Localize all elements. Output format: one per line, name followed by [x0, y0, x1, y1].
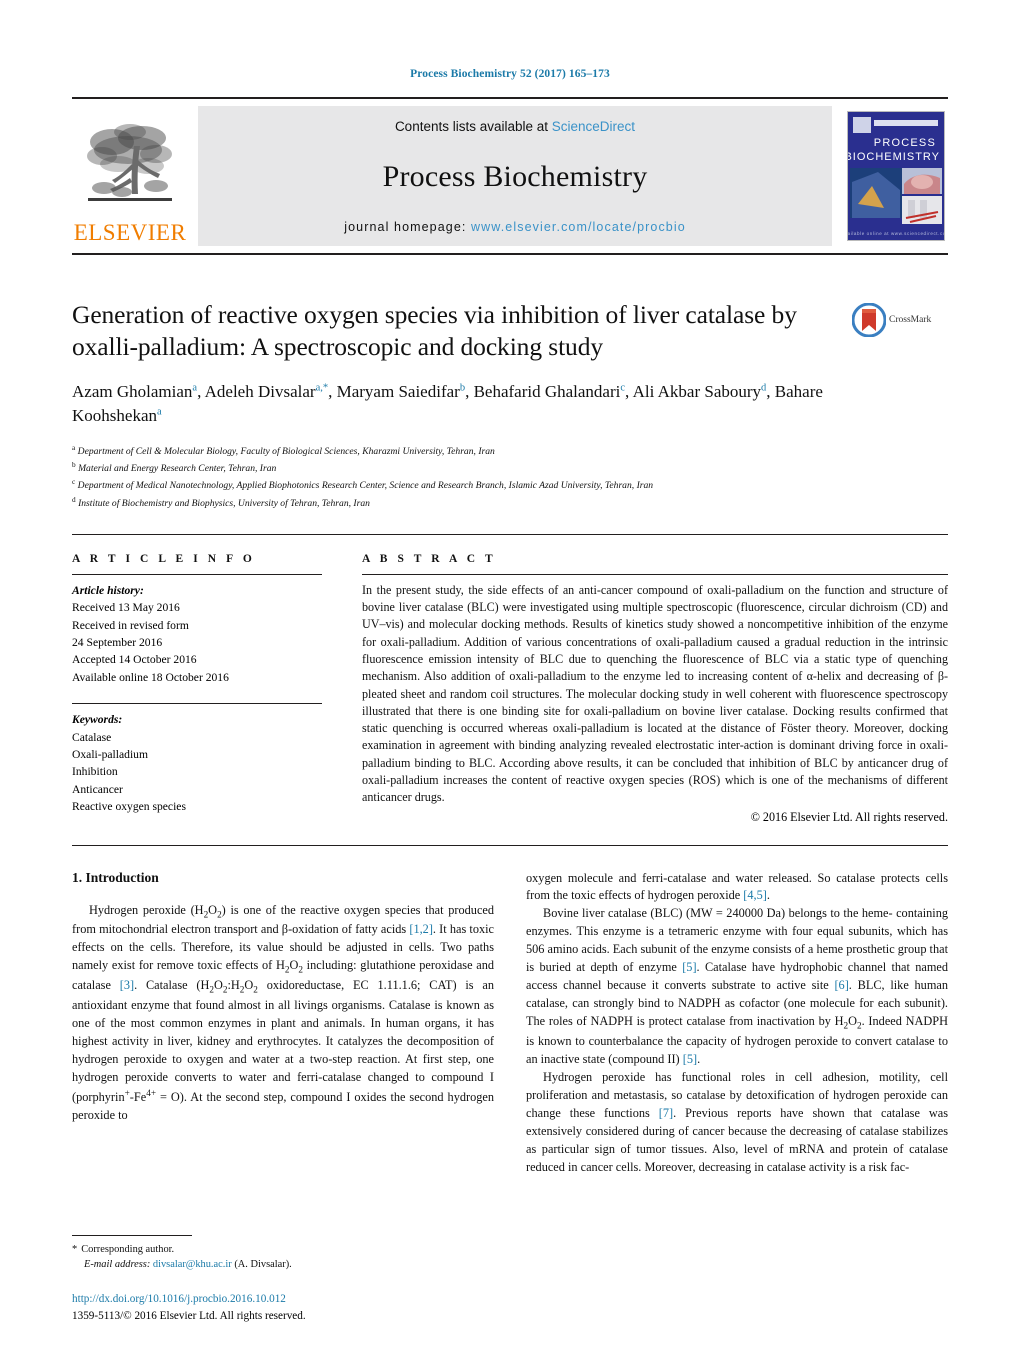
section-heading-introduction: 1. Introduction — [72, 869, 159, 885]
journal-cover: PROCESS BIOCHEMISTRY available online at… — [844, 106, 948, 246]
doi-link[interactable]: http://dx.doi.org/10.1016/j.procbio.2016… — [72, 1291, 492, 1308]
abstract-text: In the present study, the side effects o… — [362, 582, 948, 805]
title-left: Generation of reactive oxygen species vi… — [72, 299, 852, 429]
affiliation-item: b Material and Energy Research Center, T… — [72, 459, 948, 476]
history-revised-date: 24 September 2016 — [72, 636, 163, 650]
page-title: Generation of reactive oxygen species vi… — [72, 300, 797, 362]
keyword-item: Anticancer — [72, 782, 123, 796]
abstract-copyright: © 2016 Elsevier Ltd. All rights reserved… — [750, 809, 948, 824]
article-info-column: A R T I C L E I N F O Article history: R… — [72, 553, 362, 825]
journal-band: Contents lists available at ScienceDirec… — [198, 106, 832, 246]
affiliation-text: Department of Cell & Molecular Biology, … — [77, 445, 495, 457]
affiliation-list: a Department of Cell & Molecular Biology… — [72, 442, 948, 511]
journal-homepage-line: journal homepage: www.elsevier.com/locat… — [344, 220, 686, 234]
footnote-rule — [72, 1234, 192, 1236]
keyword-item: Inhibition — [72, 765, 118, 779]
intro-paragraph-3: Hydrogen peroxide has functional roles i… — [526, 1069, 948, 1174]
history-received: Received 13 May 2016 — [72, 601, 180, 615]
email-label: E-mail address: — [84, 1259, 151, 1271]
keywords-label: Keywords: — [72, 713, 123, 727]
homepage-prefix: journal homepage: — [344, 220, 472, 234]
svg-text:available online at www.scienc: available online at www.sciencedirect.co… — [847, 231, 945, 236]
affiliation-item: d Institute of Biochemistry and Biophysi… — [72, 494, 948, 511]
journal-cover-image: PROCESS BIOCHEMISTRY available online at… — [847, 111, 945, 241]
affiliation-text: Department of Medical Nanotechnology, Ap… — [77, 480, 654, 492]
contents-lists-line: Contents lists available at ScienceDirec… — [395, 119, 635, 134]
svg-text:PROCESS: PROCESS — [874, 137, 936, 149]
elsevier-wordmark: ELSEVIER — [73, 220, 187, 245]
affiliation-text: Material and Energy Research Center, Teh… — [78, 463, 277, 475]
affiliation-item: c Department of Medical Nanotechnology, … — [72, 476, 948, 493]
crossmark-label: CrossMark — [889, 315, 932, 325]
issn-copyright-line: 1359-5113/© 2016 Elsevier Ltd. All right… — [72, 1310, 306, 1323]
affiliation-item: a Department of Cell & Molecular Biology… — [72, 442, 948, 459]
intro-paragraph-2: Bovine liver catalase (BLC) (MW = 240000… — [526, 906, 948, 1067]
divider-below-abstract — [72, 844, 948, 846]
keywords-rule — [72, 703, 322, 705]
keyword-item: Reactive oxygen species — [72, 800, 186, 814]
history-online: Available online 18 October 2016 — [72, 670, 229, 684]
article-info-rule — [72, 573, 322, 575]
footnote-block: * Corresponding author. E-mail address: d… — [72, 1234, 476, 1273]
affiliation-marker: a — [72, 442, 76, 452]
abstract-column: A B S T R A C T In the present study, th… — [362, 553, 948, 825]
elsevier-logo: ELSEVIER — [72, 106, 188, 246]
abstract-rule — [362, 573, 948, 575]
contents-prefix: Contents lists available at — [394, 119, 552, 134]
corresponding-star: * — [72, 1243, 78, 1255]
journal-title: Process Biochemistry — [382, 160, 648, 193]
crossmark-badge[interactable]: CrossMark — [852, 299, 948, 337]
running-head: Process Biochemistry 52 (2017) 165–173 — [410, 68, 610, 80]
info-abstract-row: A R T I C L E I N F O Article history: R… — [72, 553, 948, 825]
keyword-item: Oxali-palladium — [72, 748, 148, 761]
journal-masthead: ELSEVIER Contents lists available at Sci… — [72, 97, 948, 255]
corresponding-author-note: * Corresponding author. — [72, 1242, 476, 1258]
divider-above-abstract — [72, 533, 948, 535]
affiliation-text: Institute of Biochemistry and Biophysics… — [78, 497, 370, 509]
article-page: Process Biochemistry 52 (2017) 165–173 E… — [0, 0, 1020, 1351]
body-columns: 1. Introduction Hydrogen peroxide (H2O2)… — [72, 870, 948, 1177]
article-info-heading: A R T I C L E I N F O — [72, 552, 256, 565]
elsevier-tree-icon — [87, 124, 172, 201]
email-note: E-mail address: divsalar@khu.ac.ir (A. D… — [72, 1257, 476, 1273]
sciencedirect-link[interactable]: ScienceDirect — [552, 119, 635, 134]
email-link[interactable]: divsalar@khu.ac.ir — [153, 1259, 232, 1270]
affiliation-marker: b — [72, 459, 76, 469]
body-column-right: oxygen molecule and ferri-catalase and w… — [526, 870, 948, 1177]
abstract-heading: A B S T R A C T — [362, 552, 497, 565]
title-block: Generation of reactive oxygen species vi… — [72, 299, 948, 429]
history-accepted: Accepted 14 October 2016 — [72, 653, 197, 667]
crossmark-icon — [852, 303, 886, 337]
article-history-label: Article history: — [72, 583, 144, 597]
corresponding-label: Corresponding author. — [81, 1243, 175, 1255]
svg-text:BIOCHEMISTRY: BIOCHEMISTRY — [847, 151, 940, 163]
email-suffix: (A. Divsalar). — [234, 1259, 292, 1271]
intro-paragraph-1: Hydrogen peroxide (H2O2) is one of the r… — [72, 902, 495, 1122]
affiliation-marker: d — [72, 494, 76, 504]
journal-homepage-link[interactable]: www.elsevier.com/locate/procbio — [471, 220, 686, 234]
body-column-left: 1. Introduction Hydrogen peroxide (H2O2)… — [72, 870, 494, 1177]
keyword-item: Catalase — [72, 730, 112, 744]
history-revised-label: Received in revised form — [72, 618, 189, 632]
intro-paragraph-1-cont: oxygen molecule and ferri-catalase and w… — [526, 870, 948, 903]
author-list: Azam Gholamiana, Adeleh Divsalara,*, Mar… — [72, 382, 823, 426]
doi-block: http://dx.doi.org/10.1016/j.procbio.2016… — [72, 1291, 492, 1325]
affiliation-marker: c — [72, 477, 76, 487]
